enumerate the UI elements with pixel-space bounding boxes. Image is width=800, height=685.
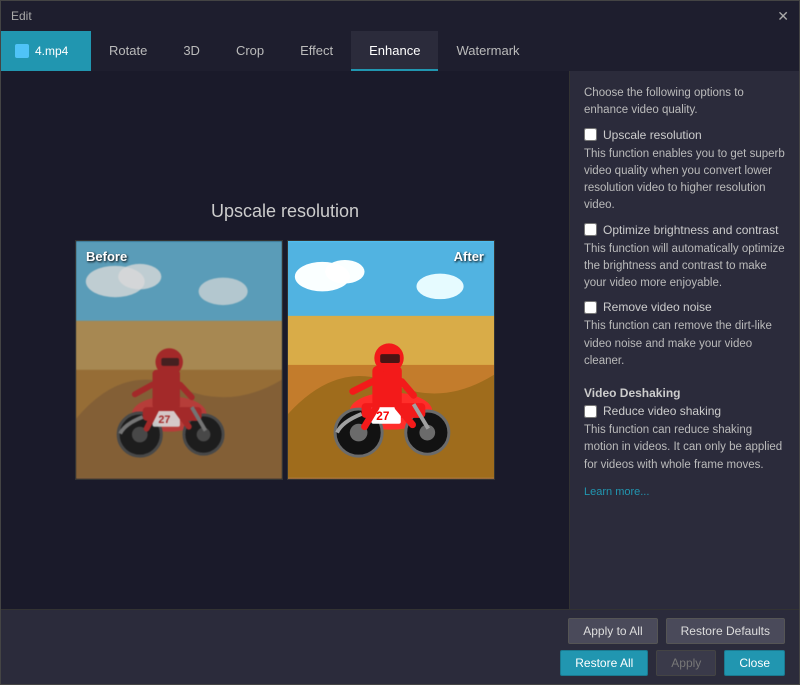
brightness-label: Optimize brightness and contrast bbox=[603, 223, 778, 237]
upscale-option-row: Upscale resolution bbox=[584, 128, 785, 142]
preview-title: Upscale resolution bbox=[211, 201, 359, 222]
title-bar: Edit ✕ bbox=[1, 1, 799, 31]
noise-description: This function can remove the dirt-like v… bbox=[584, 318, 785, 370]
brightness-description: This function will automatically optimiz… bbox=[584, 241, 785, 293]
after-image: After bbox=[287, 240, 495, 480]
deshake-description: This function can reduce shaking motion … bbox=[584, 422, 785, 474]
svg-text:27: 27 bbox=[158, 413, 170, 425]
noise-option-row: Remove video noise bbox=[584, 300, 785, 314]
upscale-checkbox[interactable] bbox=[584, 128, 597, 141]
apply-to-all-button[interactable]: Apply to All bbox=[568, 618, 657, 644]
before-moto-image: 27 bbox=[76, 241, 282, 479]
close-window-button[interactable]: ✕ bbox=[777, 9, 789, 23]
before-image: Before bbox=[75, 240, 283, 480]
brightness-checkbox[interactable] bbox=[584, 223, 597, 236]
bottom-row-2: Restore All Apply Close bbox=[15, 650, 785, 676]
tab-watermark[interactable]: Watermark bbox=[438, 31, 537, 71]
tab-enhance[interactable]: Enhance bbox=[351, 31, 438, 71]
main-content: Upscale resolution Before bbox=[1, 71, 799, 609]
file-tab[interactable]: 4.mp4 bbox=[1, 31, 91, 71]
edit-window: Edit ✕ 4.mp4 Rotate 3D Crop Effect Enhan… bbox=[0, 0, 800, 685]
restore-defaults-button[interactable]: Restore Defaults bbox=[666, 618, 785, 644]
svg-text:27: 27 bbox=[376, 409, 390, 422]
bottom-panel: Apply to All Restore Defaults Restore Al… bbox=[1, 609, 799, 684]
file-tab-label: 4.mp4 bbox=[35, 44, 68, 58]
tab-bar: 4.mp4 Rotate 3D Crop Effect Enhance Wate… bbox=[1, 31, 799, 71]
deshake-option-row: Reduce video shaking bbox=[584, 404, 785, 418]
before-rider-svg: 27 bbox=[76, 241, 282, 479]
after-label: After bbox=[454, 249, 484, 264]
tab-crop[interactable]: Crop bbox=[218, 31, 282, 71]
brightness-option-row: Optimize brightness and contrast bbox=[584, 223, 785, 237]
noise-label: Remove video noise bbox=[603, 300, 712, 314]
file-icon bbox=[15, 44, 29, 58]
preview-images: Before bbox=[75, 240, 495, 480]
tab-rotate[interactable]: Rotate bbox=[91, 31, 165, 71]
intro-text: Choose the following options to enhance … bbox=[584, 85, 785, 120]
deshaking-section-title: Video Deshaking bbox=[584, 386, 785, 400]
learn-more-link[interactable]: Learn more... bbox=[584, 486, 785, 498]
upscale-label: Upscale resolution bbox=[603, 128, 702, 142]
noise-checkbox[interactable] bbox=[584, 301, 597, 314]
window-title: Edit bbox=[11, 9, 32, 23]
apply-button[interactable]: Apply bbox=[656, 650, 716, 676]
deshake-checkbox[interactable] bbox=[584, 405, 597, 418]
after-rider-svg: 27 bbox=[288, 241, 494, 479]
before-label: Before bbox=[86, 249, 127, 264]
tab-3d[interactable]: 3D bbox=[165, 31, 218, 71]
close-button[interactable]: Close bbox=[724, 650, 785, 676]
upscale-description: This function enables you to get superb … bbox=[584, 146, 785, 215]
tab-effect[interactable]: Effect bbox=[282, 31, 351, 71]
right-panel: Choose the following options to enhance … bbox=[569, 71, 799, 609]
bottom-row-1: Apply to All Restore Defaults bbox=[15, 618, 785, 644]
after-moto-image: 27 bbox=[288, 241, 494, 479]
deshake-label: Reduce video shaking bbox=[603, 404, 721, 418]
tabs-container: Rotate 3D Crop Effect Enhance Watermark bbox=[91, 31, 799, 71]
preview-panel: Upscale resolution Before bbox=[1, 71, 569, 609]
restore-all-button[interactable]: Restore All bbox=[560, 650, 648, 676]
